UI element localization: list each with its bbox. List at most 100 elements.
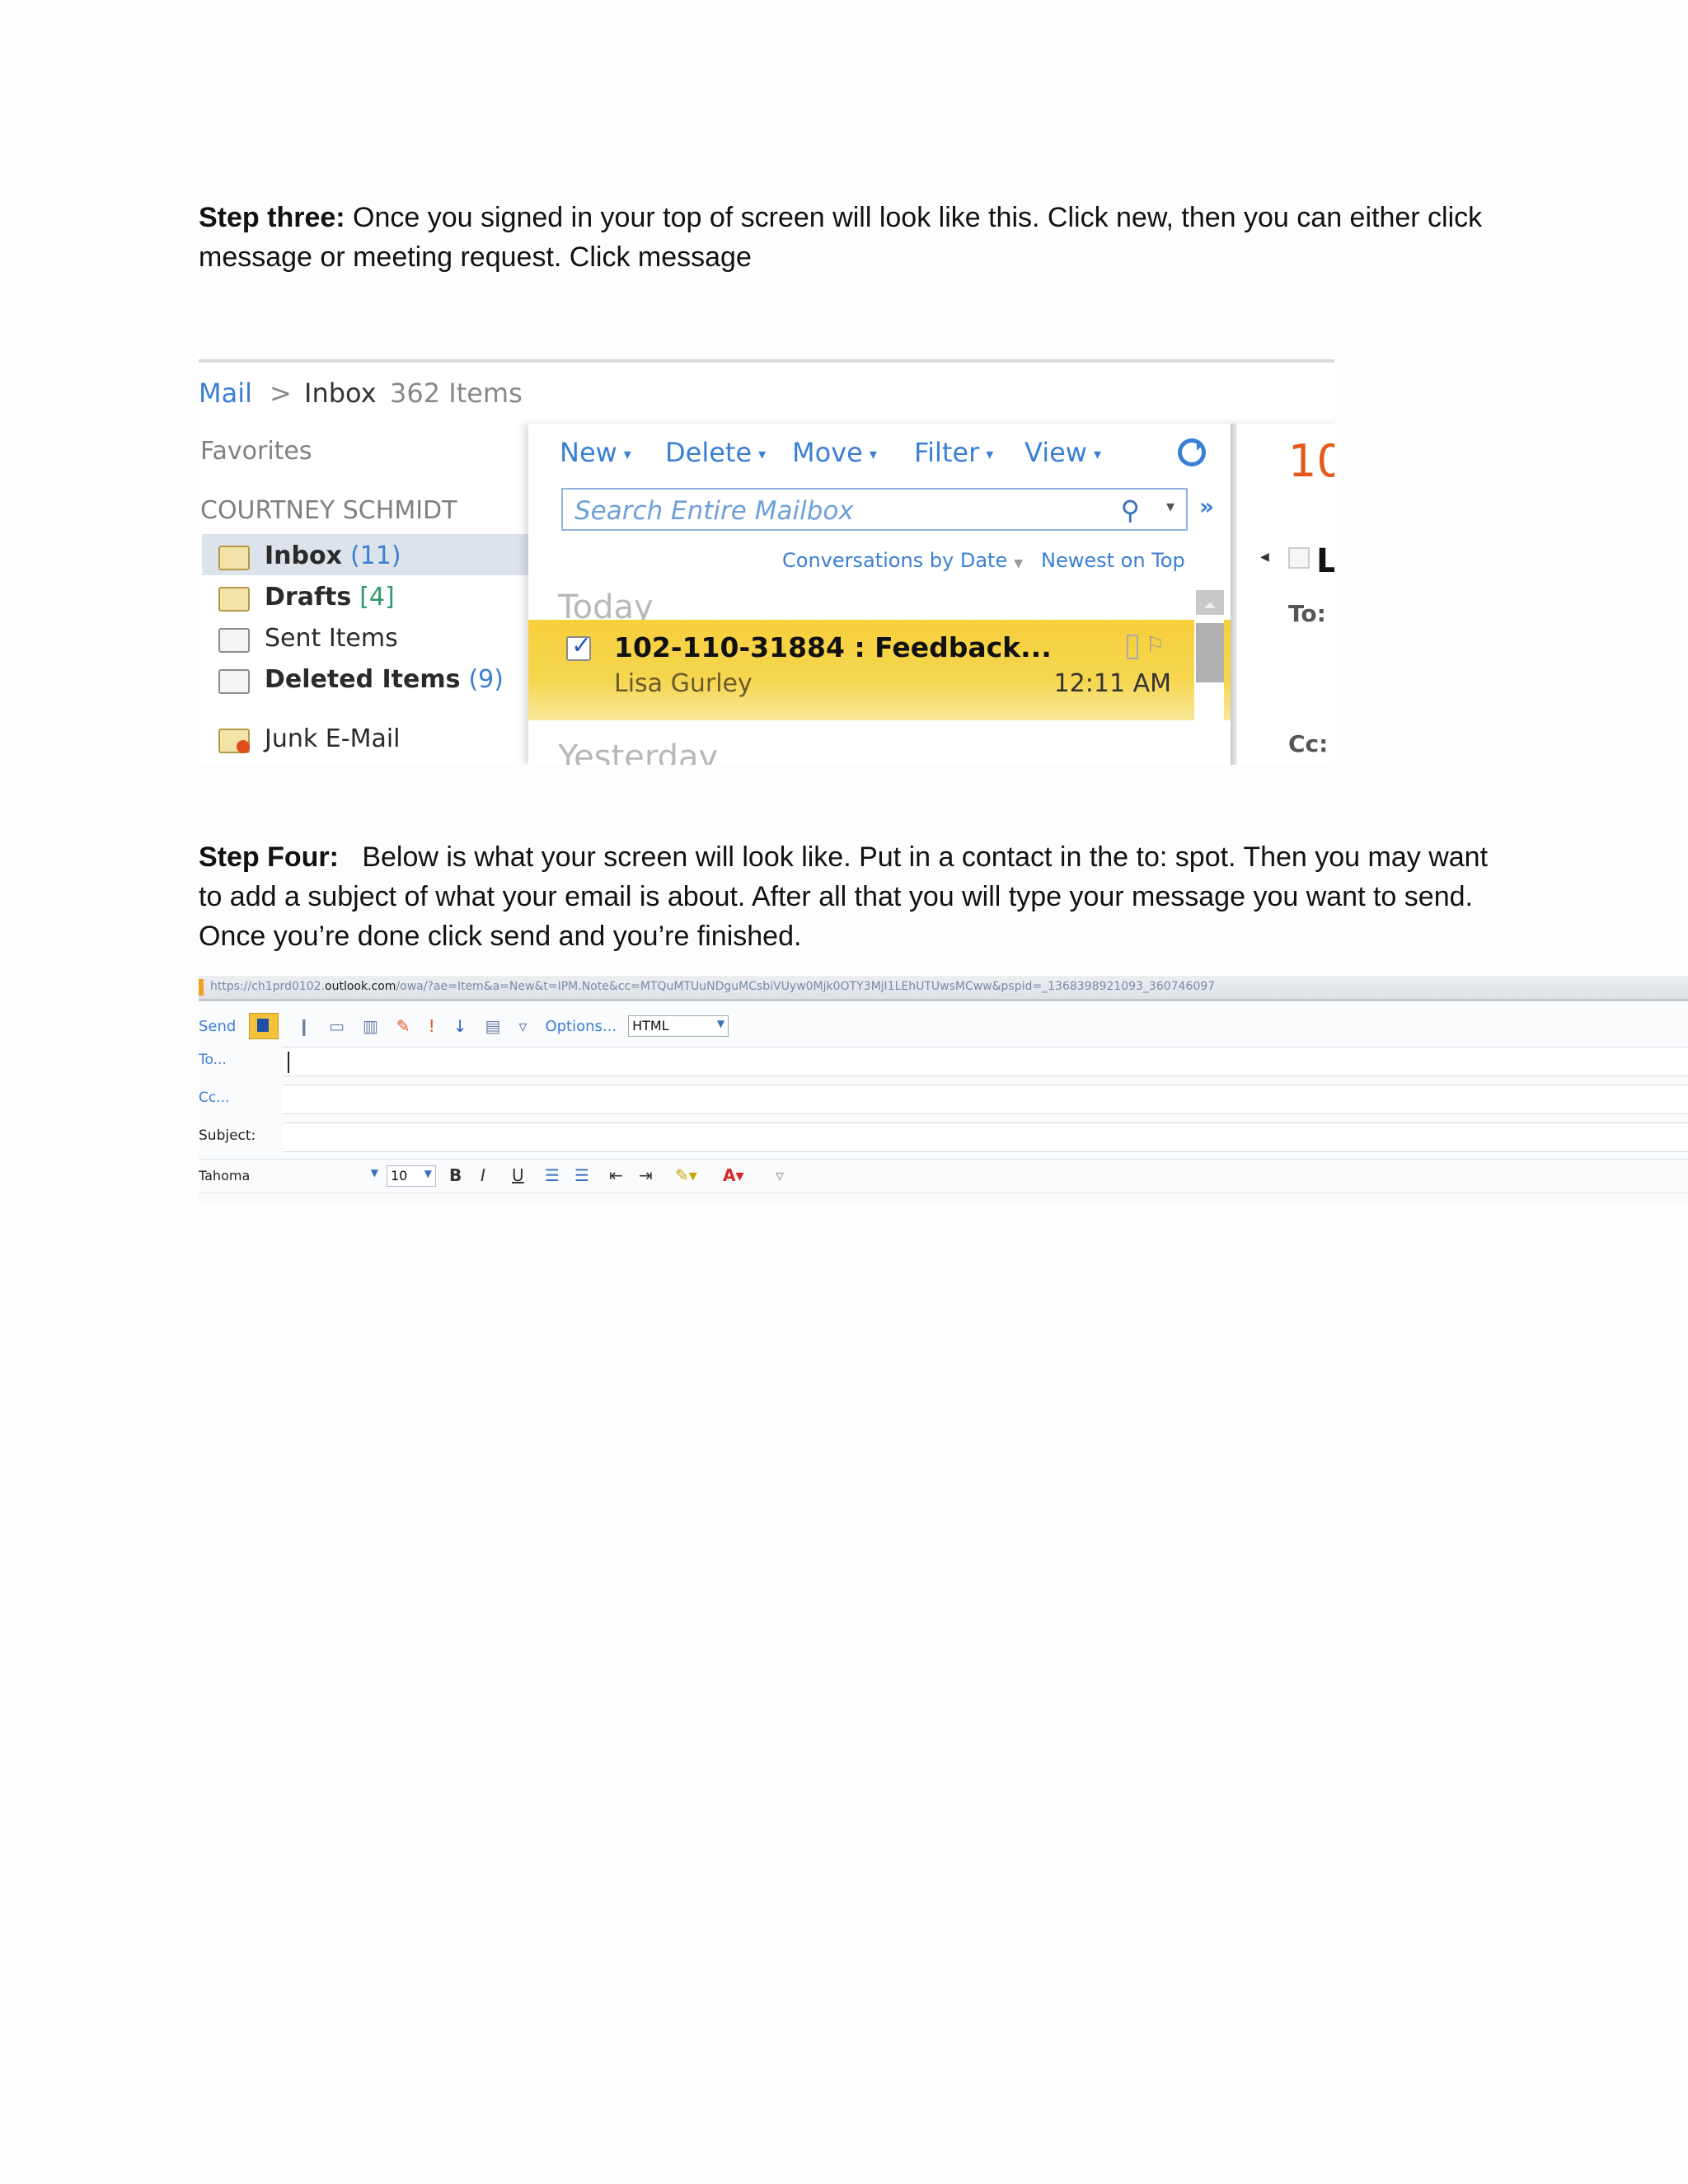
folder-inbox[interactable]: Inbox (11) (217, 536, 401, 575)
item-count: 362 Items (390, 377, 523, 409)
options-button[interactable]: Options... (545, 1018, 617, 1035)
message-format-select[interactable]: HTML ▼ (628, 1015, 729, 1037)
category-icon[interactable] (1127, 635, 1138, 659)
to-field[interactable] (283, 1047, 1688, 1076)
font-color-icon[interactable]: A▾ (723, 1165, 744, 1185)
drafts-folder-icon (217, 582, 250, 612)
search-options-chevron-icon[interactable]: ▾ (1166, 496, 1175, 516)
folder-drafts[interactable]: Drafts [4] (217, 577, 395, 616)
folder-count: [4] (359, 582, 395, 612)
step-four-text: Below is what your screen will look like… (199, 841, 1496, 952)
insert-image-icon[interactable]: ▭ (329, 1016, 345, 1036)
search-icon[interactable]: ⚲ (1121, 494, 1140, 526)
reading-pane-number: 10 (1288, 435, 1334, 487)
subject-field[interactable] (283, 1122, 1688, 1152)
scroll-up-icon[interactable] (1196, 590, 1224, 615)
sort-order-button[interactable]: Newest on Top (1041, 549, 1185, 572)
deleted-folder-icon (217, 664, 250, 694)
chevron-down-icon: ▼ (1014, 557, 1024, 570)
search-input[interactable]: Search Entire Mailbox ⚲ ▾ (561, 488, 1188, 531)
reading-pane-to-label: To: (1288, 600, 1326, 627)
folder-name: Deleted Items (265, 664, 461, 694)
send-button[interactable]: Send (199, 1018, 236, 1035)
filter-button[interactable]: Filter ▾ (914, 437, 993, 468)
delete-button[interactable]: Delete ▾ (665, 437, 766, 468)
sent-folder-icon (217, 623, 250, 653)
to-button[interactable]: To... (199, 1052, 227, 1068)
flag-icon[interactable]: ⚐ (1146, 633, 1165, 658)
collapse-triangle-icon[interactable]: ◀ (1260, 551, 1269, 564)
cc-field[interactable] (283, 1085, 1688, 1114)
folder-sent-items[interactable]: Sent Items (217, 618, 398, 658)
folder-count: (9) (468, 664, 504, 694)
increase-indent-icon[interactable]: ⇥ (639, 1165, 653, 1185)
signature-icon[interactable]: ▤ (485, 1016, 500, 1036)
save-icon[interactable] (249, 1013, 279, 1039)
delete-label: Delete (665, 437, 753, 468)
address-bar[interactable]: https://ch1prd0102.outlook.com/owa/?ae=I… (199, 976, 1688, 1001)
chevron-down-icon: ▼ (424, 1168, 432, 1179)
address-book-icon[interactable]: ▥ (363, 1016, 378, 1036)
font-value: Tahoma (199, 1168, 251, 1183)
group-header-yesterday: Yesterday (558, 738, 719, 765)
account-name[interactable]: COURTNEY SCHMIDT (200, 496, 457, 525)
check-names-icon[interactable]: ✎ (396, 1016, 410, 1036)
message-row[interactable]: 102-110-31884 : Feedback... Lisa Gurley … (528, 620, 1231, 720)
folder-name: Sent Items (265, 623, 398, 653)
bold-button[interactable]: B (449, 1165, 462, 1185)
spell-check-icon[interactable]: ▿ (518, 1016, 527, 1036)
new-label: New (560, 437, 617, 468)
underline-button[interactable]: U (512, 1165, 524, 1185)
folder-junk-email[interactable]: Junk E-Mail (217, 719, 401, 758)
scroll-thumb[interactable] (1196, 623, 1224, 682)
italic-button[interactable]: I (481, 1165, 485, 1185)
compose-toolbar: Send ❙ ▭ ▥ ✎ ! ↓ ▤ ▿ Options... HTML ▼ (199, 1012, 729, 1040)
low-importance-icon[interactable]: ↓ (453, 1016, 467, 1036)
step-three-text: Once you signed in your top of screen wi… (199, 202, 1483, 273)
message-sender: Lisa Gurley (614, 669, 753, 698)
folder-name: Inbox (265, 541, 342, 570)
view-button[interactable]: View ▾ (1025, 437, 1101, 468)
move-label: Move (792, 437, 863, 468)
breadcrumb-inbox: Inbox (304, 377, 377, 409)
attach-icon[interactable]: ❙ (297, 1016, 311, 1036)
reading-pane-checkbox[interactable] (1288, 547, 1310, 569)
folder-name: Drafts (265, 582, 352, 612)
favorites-heading[interactable]: Favorites (200, 437, 312, 466)
junk-folder-icon (217, 724, 250, 753)
chevron-down-icon: ▾ (758, 445, 767, 463)
folder-name: Junk E-Mail (265, 724, 401, 753)
step-four-paragraph: Step Four: Below is what your screen wil… (199, 837, 1509, 956)
font-select[interactable]: Tahoma ▼ (199, 1165, 382, 1187)
refresh-icon[interactable] (1178, 438, 1206, 466)
high-importance-icon[interactable]: ! (429, 1016, 435, 1036)
breadcrumb-mail[interactable]: Mail (199, 377, 252, 409)
cc-button[interactable]: Cc... (199, 1090, 229, 1106)
url-host: outlook.com (325, 980, 396, 993)
folder-deleted-items[interactable]: Deleted Items (9) (217, 659, 504, 699)
filter-label: Filter (914, 437, 980, 468)
chevron-down-icon: ▾ (1093, 445, 1101, 463)
step-three-label: Step three: (199, 202, 345, 233)
folder-count: (11) (349, 541, 401, 570)
view-label: View (1025, 437, 1087, 468)
arrange-by-label: Conversations by Date (782, 549, 1008, 572)
message-checkbox[interactable] (566, 631, 592, 661)
highlight-icon[interactable]: ✎▾ (675, 1165, 697, 1185)
bullets-icon[interactable]: ☰ (545, 1165, 560, 1185)
font-size-select[interactable]: 10 ▼ (387, 1165, 436, 1187)
reading-pane-title: L (1316, 542, 1334, 580)
move-button[interactable]: Move ▾ (792, 437, 877, 468)
address-url: https://ch1prd0102.outlook.com/owa/?ae=I… (210, 980, 1215, 993)
compose-screenshot: https://ch1prd0102.outlook.com/owa/?ae=I… (199, 976, 1688, 1203)
expand-search-icon[interactable]: » (1199, 493, 1214, 520)
more-options-icon[interactable]: ▿ (776, 1165, 784, 1185)
format-value: HTML (632, 1018, 669, 1033)
text-cursor (288, 1052, 289, 1073)
message-time: 12:11 AM (1053, 669, 1171, 698)
decrease-indent-icon[interactable]: ⇤ (609, 1165, 623, 1185)
numbering-icon[interactable]: ☰ (574, 1165, 589, 1185)
new-button[interactable]: New ▾ (560, 437, 631, 468)
arrange-by-button[interactable]: Conversations by Date ▼ (782, 549, 1023, 572)
search-placeholder: Search Entire Mailbox (574, 496, 854, 526)
